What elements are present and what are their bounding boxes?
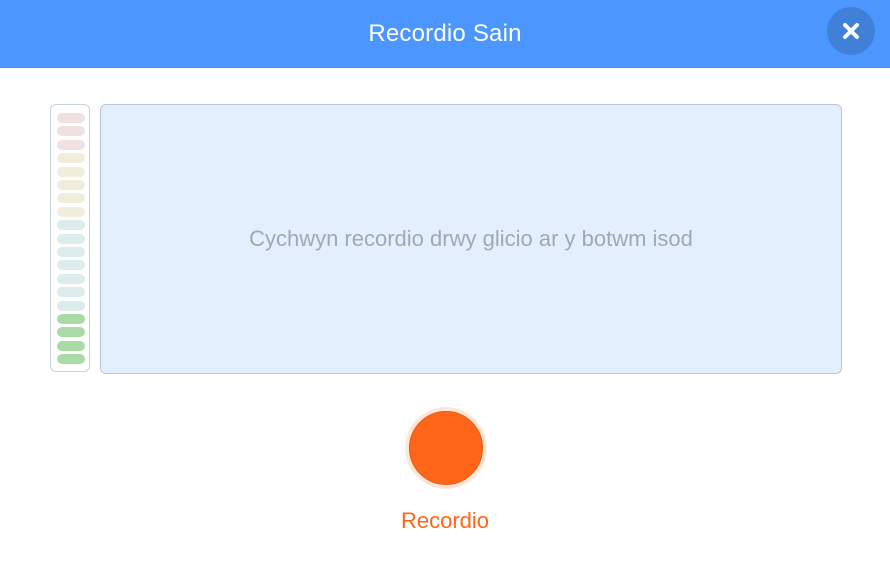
meter-segment [57, 300, 85, 311]
record-sound-dialog: Recordio Sain Cychwyn recordio drwy glic… [0, 0, 890, 577]
close-icon [842, 22, 860, 40]
meter-segment [57, 327, 85, 338]
meter-segment [57, 206, 85, 217]
meter-segment [57, 220, 85, 231]
meter-segment [57, 340, 85, 351]
dialog-header: Recordio Sain [0, 0, 890, 68]
record-button[interactable] [405, 407, 487, 489]
close-button[interactable] [827, 7, 875, 55]
meter-segment [57, 287, 85, 298]
meter-segment [57, 153, 85, 164]
meter-segment [57, 273, 85, 284]
meter-segment [57, 314, 85, 324]
volume-level-meter [50, 104, 90, 372]
meter-segment [57, 126, 85, 137]
recording-preview-area: Cychwyn recordio drwy glicio ar y botwm … [100, 104, 842, 374]
meter-segment [57, 166, 85, 177]
meter-segment [57, 193, 85, 204]
meter-segment [57, 260, 85, 271]
meter-segment [57, 139, 85, 150]
dialog-title: Recordio Sain [368, 20, 522, 47]
record-circle-icon [409, 411, 483, 485]
meter-segment [57, 180, 85, 190]
meter-segment [57, 113, 85, 123]
meter-segment [57, 247, 85, 257]
record-button-label[interactable]: Recordio [345, 508, 545, 534]
meter-segment [57, 354, 85, 365]
meter-segment [57, 233, 85, 244]
recording-instructions: Cychwyn recordio drwy glicio ar y botwm … [249, 226, 693, 251]
